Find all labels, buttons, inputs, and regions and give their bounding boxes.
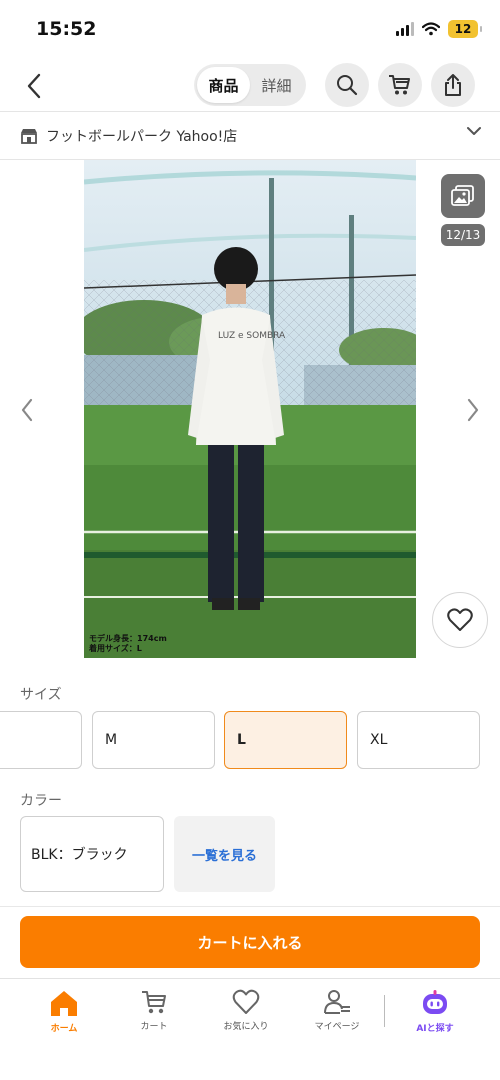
product-gallery: LUZ e SOMBRA モデル身長：174cm 着用サイズ：L 12/13 xyxy=(0,160,500,660)
color-option-blk[interactable]: BLK：ブラック xyxy=(20,816,164,892)
chevron-right-icon xyxy=(467,398,479,422)
back-button[interactable] xyxy=(16,68,52,104)
segment-control: 商品 詳細 xyxy=(194,64,306,106)
user-icon xyxy=(324,990,350,1014)
size-option-partial[interactable] xyxy=(0,711,82,769)
status-icons: 12 xyxy=(396,20,482,38)
shirt-print-text: LUZ e SOMBRA xyxy=(218,331,286,341)
status-time: 15:52 xyxy=(36,18,97,40)
gallery-counter: 12/13 xyxy=(441,224,485,246)
status-bar: 15:52 12 xyxy=(0,0,500,60)
gallery-next-button[interactable] xyxy=(460,397,486,423)
favorite-button[interactable] xyxy=(432,592,488,648)
search-icon xyxy=(337,75,358,96)
chevron-down-icon xyxy=(467,127,481,135)
ai-robot-icon xyxy=(423,990,447,1014)
chevron-left-icon xyxy=(27,73,41,99)
tab-cart[interactable]: カート xyxy=(114,989,194,1032)
tab-mypage-label: マイページ xyxy=(314,1022,360,1032)
wifi-icon xyxy=(422,22,440,36)
tab-separator xyxy=(384,995,385,1027)
color-label: カラー xyxy=(20,793,62,809)
size-options: M L XL xyxy=(0,711,500,769)
heart-icon xyxy=(447,608,473,631)
gallery-prev-button[interactable] xyxy=(14,397,40,423)
signal-icon xyxy=(396,22,414,36)
tab-cart-label: カート xyxy=(140,1022,168,1032)
image-gallery-icon xyxy=(451,185,474,206)
size-option-l[interactable]: L xyxy=(224,711,347,769)
tab-favorites-label: お気に入り xyxy=(223,1022,269,1032)
tab-mypage[interactable]: マイページ xyxy=(297,989,377,1032)
store-name: フットボールパーク Yahoo!店 xyxy=(46,128,238,145)
see-all-colors-button[interactable]: 一覧を見る xyxy=(174,816,275,892)
tab-home-label: ホーム xyxy=(50,1024,78,1034)
search-button[interactable] xyxy=(325,63,369,107)
chevron-left-icon xyxy=(21,398,33,422)
home-icon xyxy=(51,991,77,1016)
tab-product[interactable]: 商品 xyxy=(197,67,250,103)
cart-button[interactable] xyxy=(378,63,422,107)
caption-size: 着用サイズ：L xyxy=(89,644,142,653)
gallery-list-button[interactable] xyxy=(441,174,485,218)
store-bar[interactable]: フットボールパーク Yahoo!店 xyxy=(0,112,500,160)
tab-favorites[interactable]: お気に入り xyxy=(206,989,286,1032)
add-to-cart-button[interactable]: カートに入れる xyxy=(20,916,480,968)
share-icon xyxy=(445,74,461,96)
battery-icon: 12 xyxy=(448,20,482,38)
tab-ai-search[interactable]: AIと探す xyxy=(395,989,475,1034)
store-icon xyxy=(21,128,37,144)
caption-height: モデル身長：174cm xyxy=(89,634,167,643)
size-option-xl[interactable]: XL xyxy=(357,711,480,769)
heart-icon xyxy=(232,989,260,1014)
tab-ai-label: AIと探す xyxy=(416,1024,454,1034)
cart-icon xyxy=(389,75,410,95)
tab-home[interactable]: ホーム xyxy=(24,989,104,1034)
size-label: サイズ xyxy=(20,687,62,703)
photo-caption: モデル身長：174cm 着用サイズ：L xyxy=(89,634,167,654)
tab-detail[interactable]: 詳細 xyxy=(250,67,303,103)
product-photo[interactable]: LUZ e SOMBRA モデル身長：174cm 着用サイズ：L xyxy=(84,160,416,658)
share-button[interactable] xyxy=(431,63,475,107)
tab-bar: ホーム カート お気に入り マイページ AIと探す xyxy=(0,978,500,1080)
product-image: LUZ e SOMBRA xyxy=(84,160,416,658)
size-option-m[interactable]: M xyxy=(92,711,215,769)
cart-icon xyxy=(142,991,166,1014)
top-nav: 商品 詳細 xyxy=(0,60,500,112)
divider xyxy=(0,906,500,907)
